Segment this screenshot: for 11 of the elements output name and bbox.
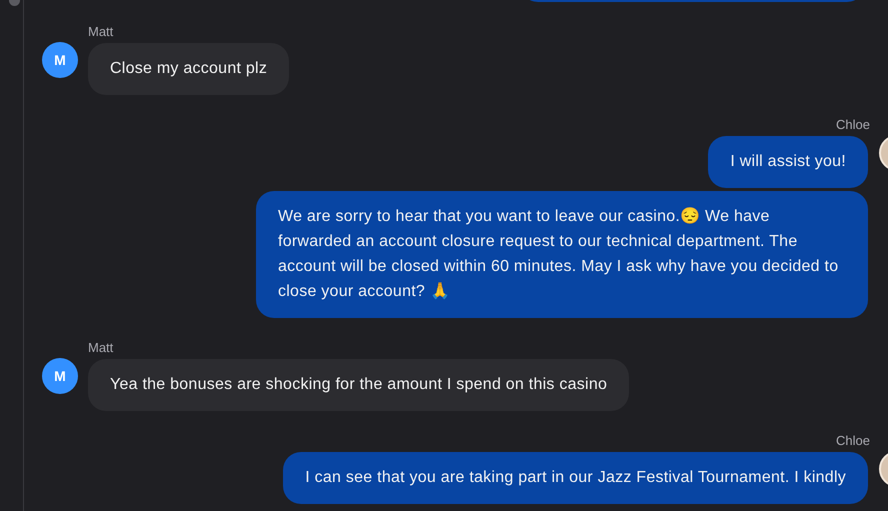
- sender-name: Matt: [88, 24, 114, 39]
- message-bubble: Close my account plz: [88, 43, 290, 95]
- message-bubble: Yea the bonuses are shocking for the amount I spend on this casino: [88, 359, 630, 411]
- avatar: M: [42, 358, 78, 394]
- sender-name: Matt: [88, 340, 114, 355]
- sender-name: Chloe: [836, 433, 870, 448]
- message-bubble: We are sorry to hear that you want to leave our casino.😔 We have forwarded an account closure request to our technical department. The account will be closed within 60 minutes. May I ask why have you decided to close your account? 🙏: [256, 191, 868, 318]
- sender-name: Chloe: [836, 117, 870, 132]
- message-bubble: I will assist you!: [708, 136, 868, 188]
- avatar: M: [42, 42, 78, 78]
- message-bubble: I can see that you are taking part in our Jazz Festival Tournament. I kindly: [283, 452, 868, 504]
